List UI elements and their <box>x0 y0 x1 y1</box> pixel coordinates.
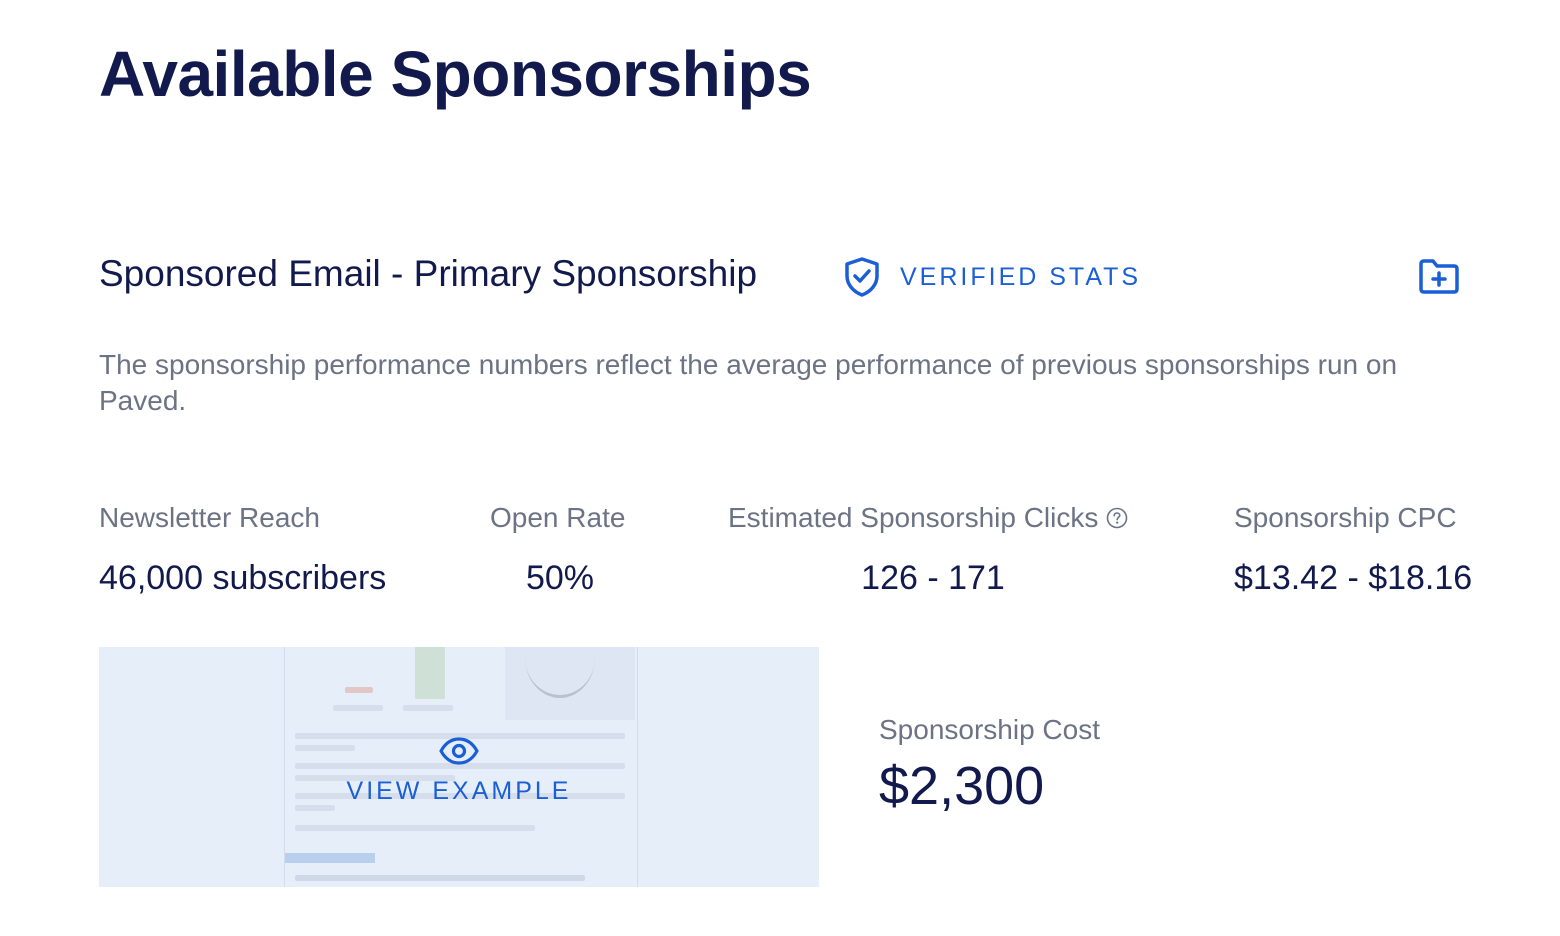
view-example-button[interactable]: VIEW EXAMPLE <box>99 647 819 887</box>
eye-icon <box>439 737 479 765</box>
sponsorship-cost: Sponsorship Cost $2,300 <box>879 710 1100 818</box>
stat-value: 50% <box>525 559 595 597</box>
stat-value: 46,000 subscribers <box>99 559 387 597</box>
verified-stats-badge: VERIFIED STATS <box>843 256 1141 298</box>
stat-label: Sponsorship CPC <box>1234 502 1457 533</box>
stat-open-rate: Open Rate 50% <box>490 498 630 600</box>
cost-label: Sponsorship Cost <box>879 714 1101 745</box>
stat-label: Open Rate <box>490 502 626 533</box>
sponsorship-title: Sponsored Email - Primary Sponsorship <box>99 253 758 294</box>
stat-estimated-clicks: Estimated Sponsorship Clicks 126 - 171 <box>728 498 1138 600</box>
folder-plus-icon <box>1419 259 1459 294</box>
stat-label: Estimated Sponsorship Clicks <box>728 502 1099 533</box>
page: Available Sponsorships Sponsored Email -… <box>0 0 1560 936</box>
verified-stats-label: VERIFIED STATS <box>900 262 1142 291</box>
cost-value: $2,300 <box>879 756 1045 816</box>
stat-value: 126 - 171 <box>861 559 1005 597</box>
page-title: Available Sponsorships <box>99 38 812 110</box>
stat-value: $13.42 - $18.16 <box>1234 559 1473 597</box>
stat-sponsorship-cpc: Sponsorship CPC $13.42 - $18.16 <box>1234 498 1473 600</box>
sponsorship-description: The sponsorship performance numbers refl… <box>99 349 1398 416</box>
stat-newsletter-reach: Newsletter Reach 46,000 subscribers <box>99 498 386 600</box>
view-example-label: VIEW EXAMPLE <box>346 777 572 805</box>
stat-label: Newsletter Reach <box>99 502 320 533</box>
save-to-folder-button[interactable] <box>1417 256 1461 298</box>
question-circle-icon[interactable] <box>1106 507 1128 529</box>
shield-check-icon <box>845 257 879 297</box>
